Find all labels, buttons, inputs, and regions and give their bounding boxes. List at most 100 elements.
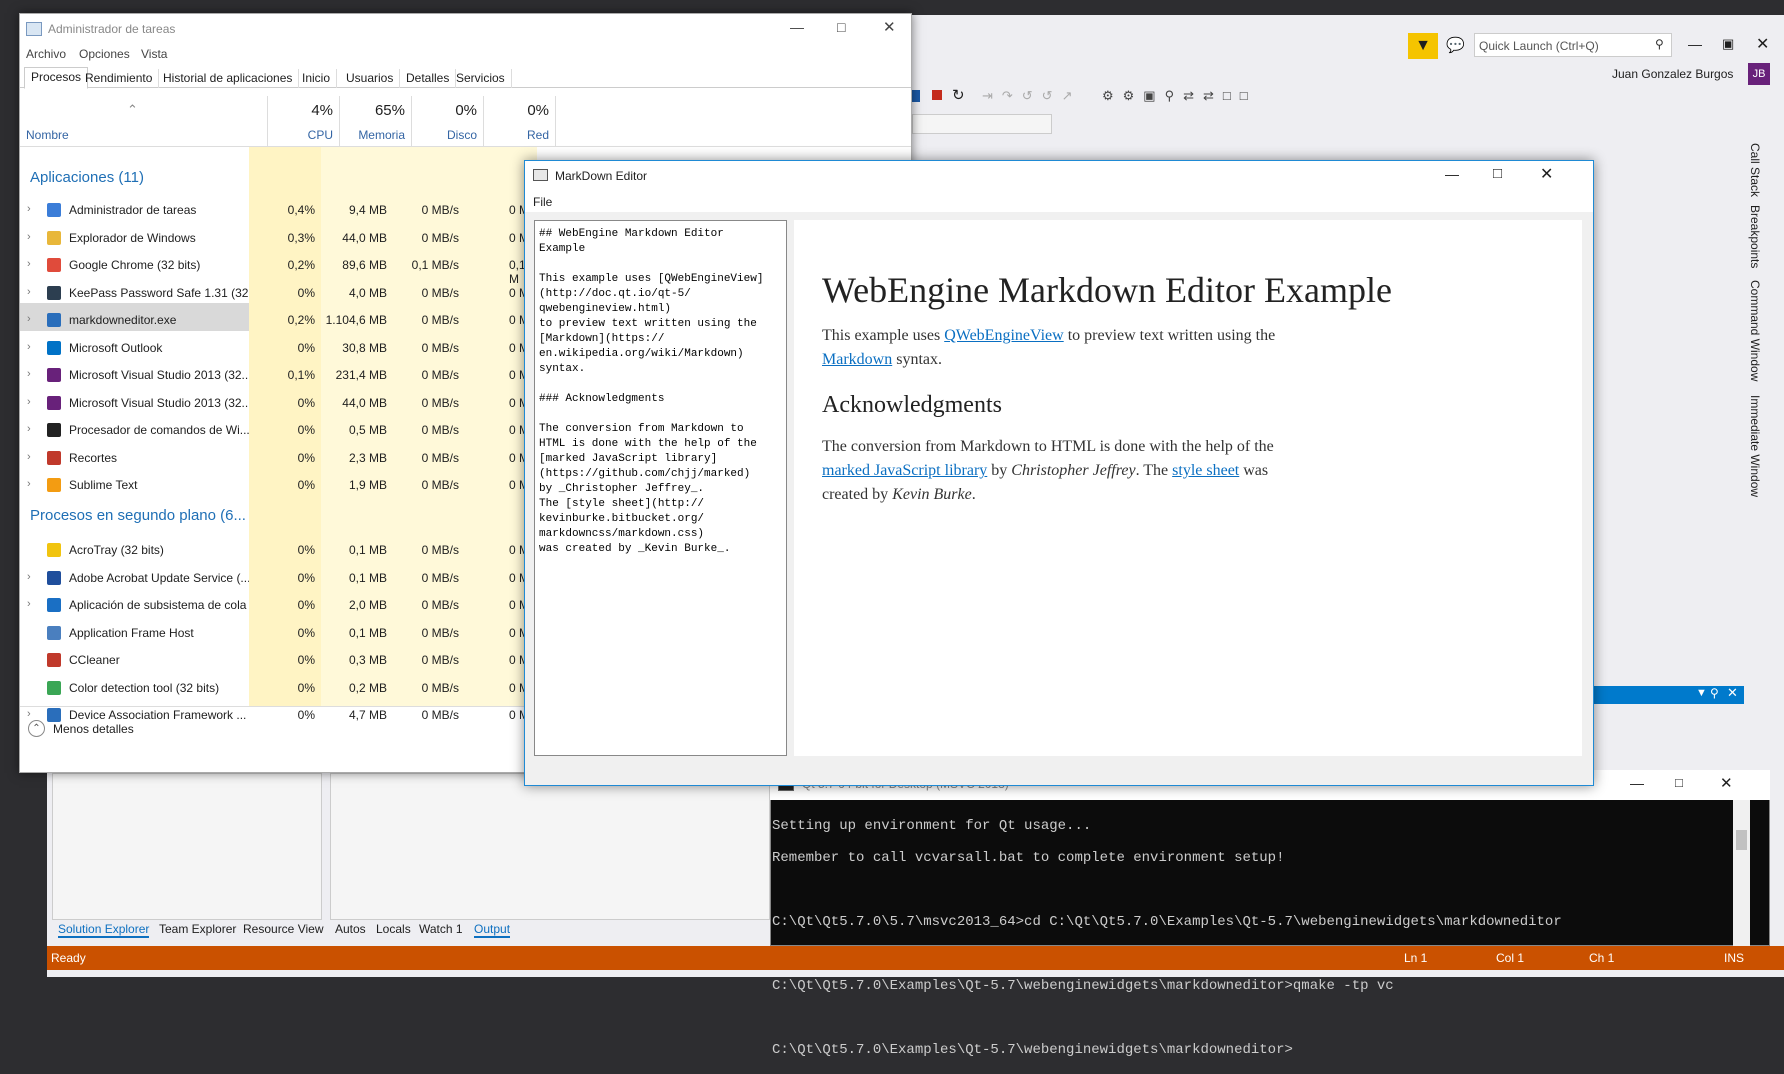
process-cpu: 0%	[297, 423, 315, 437]
process-icon	[47, 203, 61, 217]
tab-call-stack[interactable]: Call Stack	[1748, 143, 1762, 197]
column-network[interactable]: Red	[483, 128, 549, 142]
process-icon	[47, 395, 61, 410]
process-disk: 0,1 MB/s	[411, 258, 459, 272]
tab-output[interactable]: Output	[474, 922, 511, 938]
stop-icon[interactable]	[932, 90, 942, 100]
expand-chevron-icon[interactable]: ›	[27, 396, 31, 408]
expand-chevron-icon[interactable]: ›	[27, 423, 31, 435]
expand-chevron-icon[interactable]: ›	[27, 231, 31, 243]
console-close-button[interactable]: ✕	[1720, 774, 1733, 792]
tab-detalles[interactable]: Detalles	[400, 69, 457, 88]
expand-chevron-icon[interactable]: ›	[27, 203, 31, 215]
process-disk: 0 MB/s	[421, 230, 459, 245]
quick-launch-input[interactable]: Quick Launch (Ctrl+Q) ⚲	[1474, 33, 1672, 57]
md-close-button[interactable]: ✕	[1540, 164, 1553, 184]
panel-close-icon[interactable]: ✕	[1727, 685, 1738, 701]
expand-chevron-icon[interactable]: ›	[27, 451, 31, 463]
expand-chevron-icon[interactable]: ›	[27, 313, 31, 325]
menu-opciones[interactable]: Opciones	[79, 47, 130, 61]
tm-close-button[interactable]: ✕	[883, 18, 896, 36]
process-cpu: 0%	[297, 395, 315, 410]
expand-chevron-icon[interactable]: ›	[27, 258, 31, 270]
feedback-icon[interactable]: 💬	[1446, 36, 1465, 54]
tab-historial[interactable]: Historial de aplicaciones	[157, 69, 300, 88]
maximize-button[interactable]: ▣	[1722, 36, 1734, 52]
column-name[interactable]: Nombre	[26, 128, 69, 142]
tab-inicio[interactable]: Inicio	[296, 69, 338, 88]
column-memory[interactable]: Memoria	[339, 128, 405, 142]
process-cpu: 0,1%	[287, 368, 315, 382]
column-disk[interactable]: Disco	[411, 128, 477, 142]
pin-icon[interactable]: ⚲	[1710, 686, 1719, 700]
chevron-up-icon[interactable]: ⌃	[28, 720, 45, 737]
console-maximize-button[interactable]: □	[1675, 775, 1683, 790]
tm-maximize-button[interactable]: □	[837, 19, 845, 35]
expand-chevron-icon[interactable]: ›	[27, 368, 31, 380]
group-apps[interactable]: Aplicaciones (11)	[30, 169, 144, 186]
restart-icon[interactable]: ↻	[952, 86, 965, 104]
process-network: 0 M	[509, 368, 530, 382]
md-minimize-button[interactable]: —	[1445, 166, 1459, 182]
configuration-dropdown[interactable]	[912, 114, 1052, 134]
dropdown-icon[interactable]: ▼	[1696, 687, 1707, 699]
avatar[interactable]: JB	[1748, 63, 1770, 85]
expand-chevron-icon[interactable]: ›	[27, 571, 31, 583]
group-background[interactable]: Procesos en segundo plano (6...	[30, 507, 246, 524]
tab-solution-explorer[interactable]: Solution Explorer	[58, 922, 150, 938]
debug-step-icons[interactable]: ⇥↷↺↺↗	[982, 88, 1081, 104]
minimize-button[interactable]: —	[1688, 36, 1702, 52]
process-disk: 0 MB/s	[421, 313, 459, 327]
close-button[interactable]: ✕	[1756, 34, 1769, 54]
link-style-sheet[interactable]: style sheet	[1172, 462, 1239, 479]
column-cpu[interactable]: CPU	[267, 128, 333, 142]
tab-breakpoints[interactable]: Breakpoints	[1748, 205, 1762, 268]
toolbar-square-icon[interactable]	[912, 90, 920, 102]
filter-icon[interactable]: ▼	[1408, 33, 1438, 59]
console-minimize-button[interactable]: —	[1630, 775, 1644, 791]
console-output[interactable]: Setting up environment for Qt usage... R…	[772, 800, 1732, 1058]
tab-resource-view[interactable]: Resource View	[243, 922, 323, 936]
menu-file[interactable]: File	[533, 195, 552, 209]
tm-minimize-button[interactable]: —	[790, 19, 804, 35]
process-cpu: 0%	[297, 680, 315, 695]
process-cpu: 0%	[297, 478, 315, 492]
process-network: 0 M	[509, 625, 530, 640]
tab-watch-1[interactable]: Watch 1	[419, 922, 463, 936]
sort-arrow-icon: ⌃	[127, 102, 138, 117]
fewer-details-link[interactable]: Menos detalles	[53, 722, 134, 736]
process-icon	[47, 680, 61, 695]
process-disk: 0 MB/s	[421, 395, 459, 410]
tab-usuarios[interactable]: Usuarios	[340, 69, 401, 88]
process-icon	[47, 313, 61, 327]
link-marked-library[interactable]: marked JavaScript library	[822, 462, 987, 479]
md-titlebar	[525, 161, 1593, 190]
link-qwebengineview[interactable]: QWebEngineView	[944, 327, 1064, 344]
markdown-source-editor[interactable]: ## WebEngine Markdown Editor Example Thi…	[534, 220, 787, 756]
tab-team-explorer[interactable]: Team Explorer	[159, 922, 236, 936]
tab-locals[interactable]: Locals	[376, 922, 411, 936]
process-name: Device Association Framework ...	[69, 708, 247, 722]
expand-chevron-icon[interactable]: ›	[27, 708, 31, 720]
expand-chevron-icon[interactable]: ›	[27, 286, 31, 298]
menu-vista[interactable]: Vista	[141, 47, 167, 61]
tab-autos[interactable]: Autos	[335, 922, 366, 936]
menu-archivo[interactable]: Archivo	[26, 47, 66, 61]
tab-command-window[interactable]: Command Window	[1748, 280, 1762, 381]
console-scroll-thumb[interactable]	[1736, 830, 1747, 850]
console-scrollbar[interactable]	[1733, 800, 1750, 946]
md-maximize-button[interactable]: □	[1493, 165, 1502, 182]
link-markdown[interactable]: Markdown	[822, 351, 892, 368]
tab-rendimiento[interactable]: Rendimiento	[79, 69, 160, 88]
text: was	[1239, 462, 1269, 479]
process-memory: 89,6 MB	[342, 258, 387, 272]
expand-chevron-icon[interactable]: ›	[27, 341, 31, 353]
tab-immediate-window[interactable]: Immediate Window	[1748, 395, 1762, 497]
user-name[interactable]: Juan Gonzalez Burgos	[1612, 67, 1733, 81]
process-memory: 0,1 MB	[348, 570, 387, 585]
tab-servicios[interactable]: Servicios	[450, 69, 512, 88]
process-memory: 2,0 MB	[348, 598, 387, 612]
expand-chevron-icon[interactable]: ›	[27, 478, 31, 490]
expand-chevron-icon[interactable]: ›	[27, 598, 31, 610]
toolbar-tools-icons[interactable]: ⚙⚙▣⚲⇄⇄□□	[1102, 88, 1257, 104]
